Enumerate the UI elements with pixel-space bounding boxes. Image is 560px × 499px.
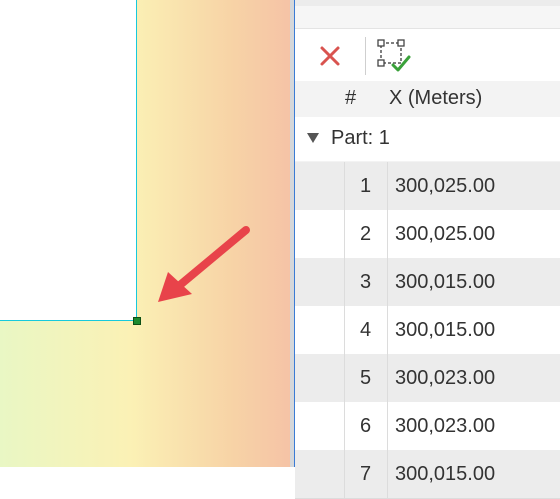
row-x-value[interactable]: 300,015.00: [395, 450, 495, 498]
row-x-value[interactable]: 300,015.00: [395, 306, 495, 354]
row-x-value[interactable]: 300,015.00: [395, 258, 495, 306]
row-index: 5: [344, 354, 388, 402]
table-row[interactable]: 7 300,015.00: [295, 450, 560, 499]
collapse-caret-icon[interactable]: [307, 133, 319, 143]
polygon-vertex-handle[interactable]: [133, 317, 141, 325]
row-selector[interactable]: [295, 402, 345, 450]
row-index: 7: [344, 450, 388, 498]
callout-arrow-icon: [158, 226, 250, 302]
table-row[interactable]: 2 300,025.00: [295, 210, 560, 259]
selected-polygon[interactable]: [0, 0, 137, 321]
row-selector[interactable]: [295, 258, 345, 306]
row-x-value[interactable]: 300,025.00: [395, 210, 495, 258]
table-row[interactable]: 5 300,023.00: [295, 354, 560, 403]
row-index: 1: [344, 162, 388, 210]
row-selector[interactable]: [295, 162, 345, 210]
table-row[interactable]: 6 300,023.00: [295, 402, 560, 451]
panel-header-strip: [295, 6, 560, 29]
table-row[interactable]: 3 300,015.00: [295, 258, 560, 307]
row-selector[interactable]: [295, 354, 345, 402]
table-row[interactable]: 4 300,015.00: [295, 306, 560, 355]
row-x-value[interactable]: 300,023.00: [395, 354, 495, 402]
vertices-table-header: # X (Meters): [295, 81, 560, 117]
row-selector[interactable]: [295, 306, 345, 354]
row-index: 3: [344, 258, 388, 306]
vertices-panel: # X (Meters) Part: 1 1 300,025.00 2 300,…: [295, 0, 560, 499]
finish-sketch-check-icon[interactable]: [377, 39, 411, 73]
column-header-index: #: [345, 87, 357, 109]
row-index: 4: [344, 306, 388, 354]
polygon-edge-right: [136, 0, 137, 321]
column-header-x[interactable]: X (Meters): [389, 87, 482, 110]
part-label: Part: 1: [331, 127, 390, 149]
map-canvas[interactable]: [0, 0, 290, 467]
row-x-value[interactable]: 300,023.00: [395, 402, 495, 450]
row-selector[interactable]: [295, 450, 345, 498]
row-selector[interactable]: [295, 210, 345, 258]
row-index: 6: [344, 402, 388, 450]
row-x-value[interactable]: 300,025.00: [395, 162, 495, 210]
row-index: 2: [344, 210, 388, 258]
part-group-row[interactable]: Part: 1: [295, 117, 560, 161]
close-x-icon[interactable]: [317, 43, 343, 69]
table-row[interactable]: 1 300,025.00: [295, 162, 560, 211]
toolbar-separator: [365, 37, 366, 75]
vertices-toolbar: [295, 29, 560, 81]
polygon-edge-bottom: [0, 320, 137, 321]
